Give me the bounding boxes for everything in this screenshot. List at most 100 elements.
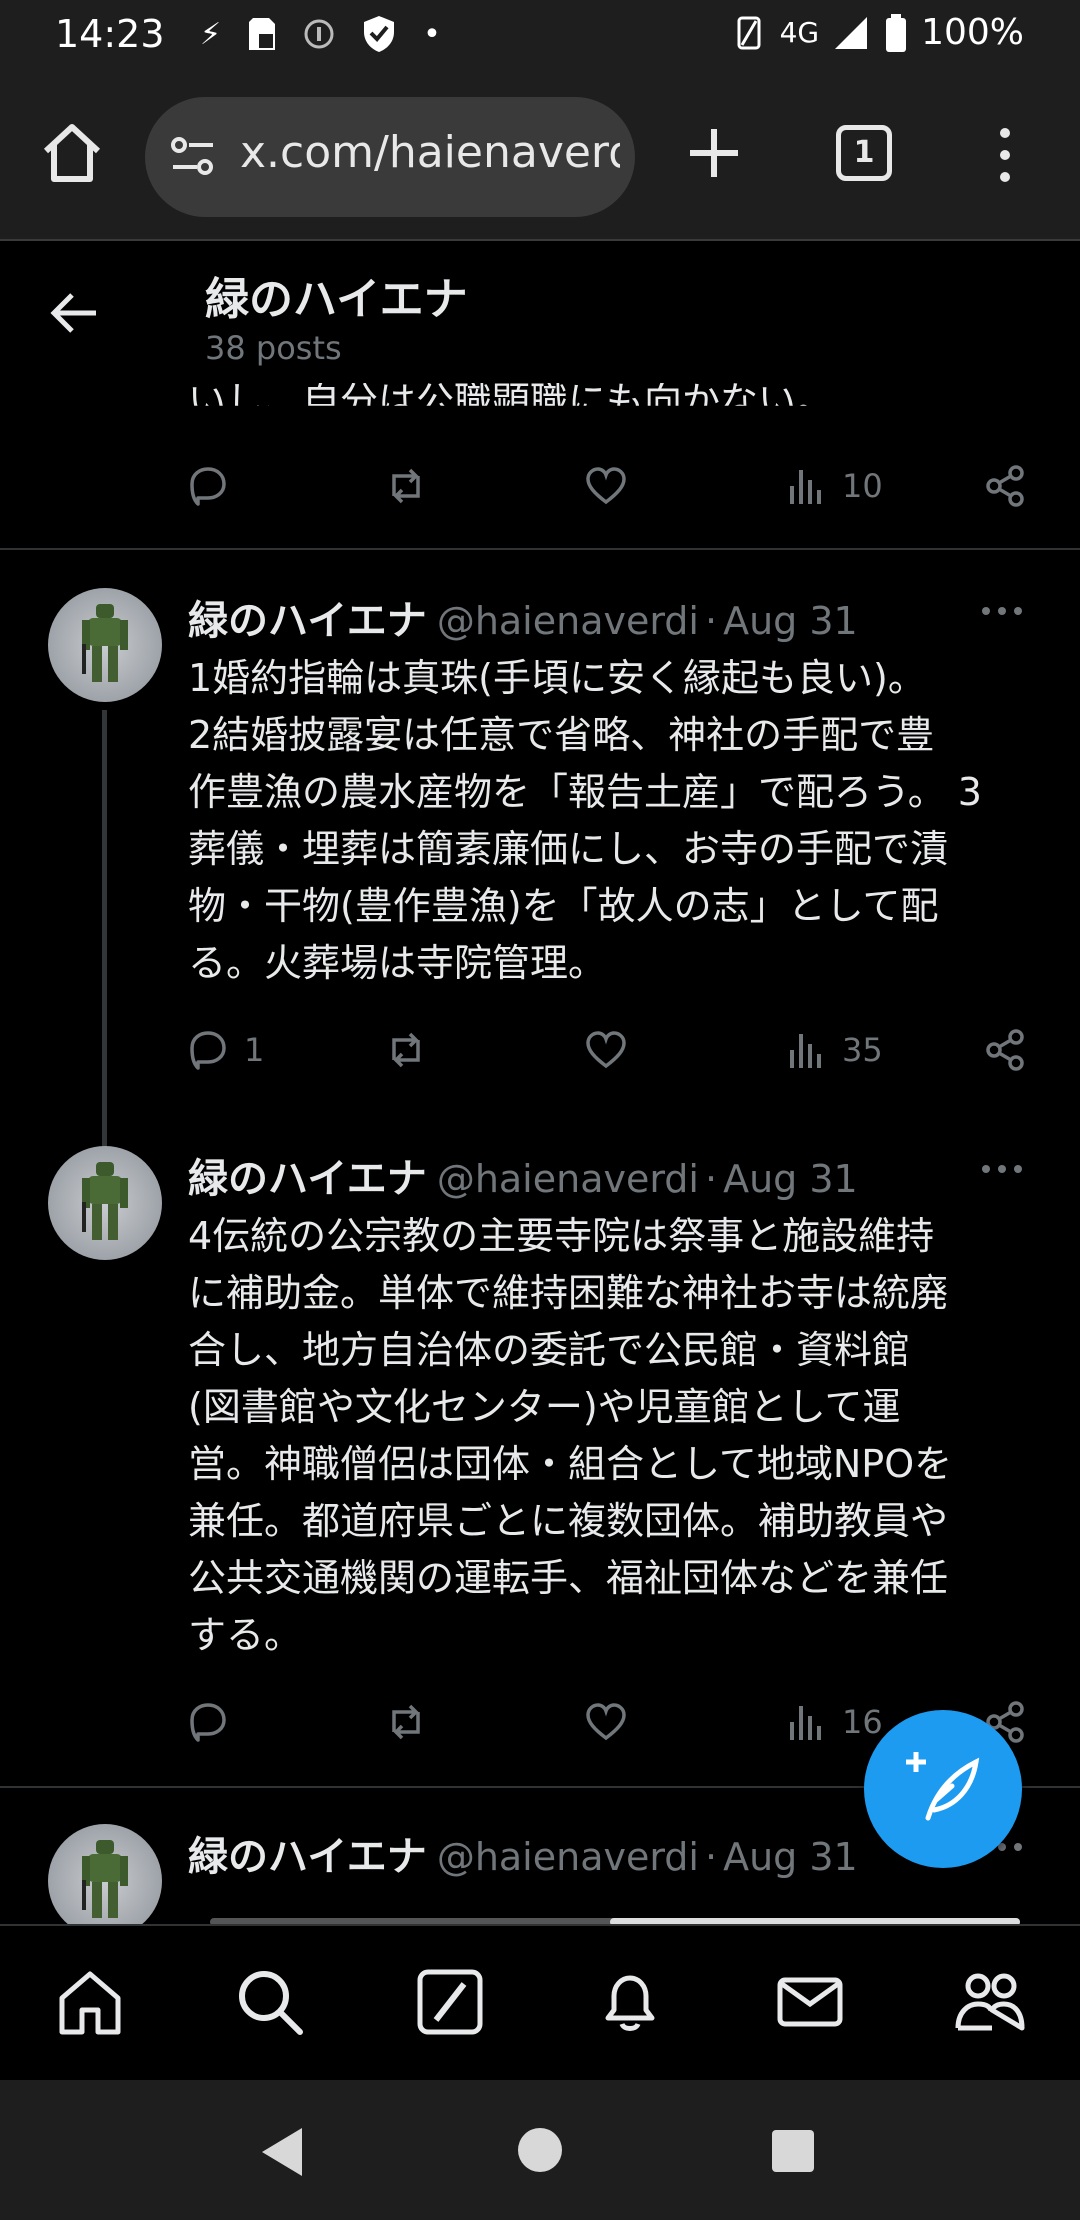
post-header: 緑のハイエナ @haienaverdi · Aug 31 <box>188 1146 1008 1206</box>
heart-icon <box>586 1031 626 1069</box>
avatar[interactable] <box>48 1146 162 1260</box>
post-divider <box>0 548 1080 550</box>
nav-messages[interactable] <box>774 1966 846 2038</box>
site-settings-icon[interactable] <box>169 135 217 179</box>
grok-icon <box>417 1969 483 2035</box>
address-bar[interactable]: x.com/haienaverdi <box>145 97 635 217</box>
post-date[interactable]: Aug 31 <box>723 1835 858 1879</box>
battery-icon <box>886 13 907 52</box>
back-arrow-icon[interactable] <box>50 291 98 335</box>
new-tab-icon[interactable] <box>686 125 742 181</box>
battery-level: 100% <box>921 12 1024 53</box>
views-button[interactable]: 16 <box>784 1692 883 1752</box>
url-text[interactable]: x.com/haienaverdi <box>240 127 620 178</box>
like-button[interactable] <box>584 456 628 516</box>
nav-communities[interactable] <box>954 1966 1026 2038</box>
author-name[interactable]: 緑のハイエナ <box>188 1834 427 1880</box>
browser-toolbar: x.com/haienaverdi 1 <box>0 75 1080 241</box>
network-type: 4G <box>779 16 820 49</box>
heart-icon <box>586 1703 626 1741</box>
reply-button[interactable] <box>186 456 230 516</box>
system-home-icon[interactable] <box>518 2128 562 2172</box>
signal-icon <box>835 16 868 49</box>
repost-button[interactable] <box>384 456 428 516</box>
communities-icon <box>955 1973 1025 2031</box>
thread-line <box>102 710 107 1218</box>
avatar[interactable] <box>48 1824 162 1938</box>
info-icon <box>304 19 334 49</box>
more-options-icon[interactable] <box>980 1154 1024 1184</box>
share-icon <box>986 465 1024 507</box>
vibrate-icon <box>737 16 761 49</box>
status-icons-right: 4G 100% <box>732 12 1024 53</box>
browser-home-icon[interactable] <box>38 119 106 187</box>
status-time: 14:23 <box>55 12 165 56</box>
status-bar: 14:23 ⚡ • 4G 100% <box>0 0 1080 75</box>
author-handle[interactable]: @haienaverdi <box>437 1157 699 1201</box>
author-handle[interactable]: @haienaverdi <box>437 599 699 643</box>
compose-post-button[interactable] <box>864 1710 1022 1868</box>
author-handle[interactable]: @haienaverdi <box>437 1835 699 1879</box>
dot-icon: • <box>423 16 441 52</box>
meta-separator: · <box>705 599 718 643</box>
repost-icon <box>392 1032 420 1068</box>
system-recents-icon[interactable] <box>772 2130 814 2172</box>
views-count: 10 <box>842 467 883 505</box>
views-button[interactable]: 10 <box>784 456 883 516</box>
reply-button[interactable] <box>186 1692 230 1752</box>
post-header: 緑のハイエナ @haienaverdi · Aug 31 <box>188 588 1008 648</box>
system-navigation <box>0 2080 1080 2220</box>
share-icon <box>986 1029 1024 1071</box>
author-name[interactable]: 緑のハイエナ <box>188 1156 427 1202</box>
avatar[interactable] <box>48 588 162 702</box>
avatar-image <box>82 1162 128 1240</box>
heart-icon <box>586 467 626 505</box>
sd-card-icon <box>249 18 276 50</box>
avatar-image <box>82 604 128 682</box>
bottom-navigation <box>0 1924 1080 2080</box>
views-count: 35 <box>842 1031 883 1069</box>
reply-icon <box>190 467 226 506</box>
more-options-icon[interactable] <box>980 596 1024 626</box>
nav-grok[interactable] <box>414 1966 486 2038</box>
post-count: 38 posts <box>205 329 342 367</box>
views-icon <box>790 1706 821 1740</box>
mail-icon <box>777 1977 843 2027</box>
system-back-icon[interactable] <box>258 2126 306 2178</box>
profile-name: 緑のハイエナ <box>205 274 468 325</box>
share-button[interactable] <box>984 1020 1028 1080</box>
reply-count: 1 <box>244 1031 265 1069</box>
tab-switcher-button[interactable]: 1 <box>836 125 892 181</box>
repost-icon <box>392 468 420 504</box>
repost-icon <box>392 1704 420 1740</box>
profile-header: 緑のハイエナ 38 posts <box>0 243 1080 383</box>
bell-icon <box>605 1975 655 2031</box>
compose-feather-icon <box>906 1752 980 1821</box>
views-icon <box>790 470 821 504</box>
views-button[interactable]: 35 <box>784 1020 883 1080</box>
meta-separator: · <box>705 1157 718 1201</box>
reply-button[interactable]: 1 <box>186 1020 264 1080</box>
avatar-image <box>82 1840 128 1918</box>
browser-menu-icon[interactable] <box>990 125 1020 185</box>
usb-icon: ⚡ <box>200 16 222 52</box>
like-button[interactable] <box>584 1020 628 1080</box>
nav-home[interactable] <box>54 1966 126 2038</box>
share-button[interactable] <box>984 456 1028 516</box>
repost-button[interactable] <box>384 1020 428 1080</box>
reply-icon <box>190 1703 226 1742</box>
post-actions: 10 <box>186 456 1036 516</box>
views-icon <box>790 1034 821 1068</box>
views-count: 16 <box>842 1703 883 1741</box>
post-date[interactable]: Aug 31 <box>723 1157 858 1201</box>
nav-search[interactable] <box>234 1966 306 2038</box>
post-date[interactable]: Aug 31 <box>723 599 858 643</box>
home-icon <box>59 1971 121 2035</box>
post-text: 1婚約指輪は真珠(手頃に安く縁起も良い)。 2結婚披露宴は任意で省略、神社の手配… <box>188 656 982 985</box>
repost-button[interactable] <box>384 1692 428 1752</box>
meta-separator: · <box>705 1835 718 1879</box>
nav-notifications[interactable] <box>594 1966 666 2038</box>
like-button[interactable] <box>584 1692 628 1752</box>
author-name[interactable]: 緑のハイエナ <box>188 598 427 644</box>
reply-icon <box>190 1031 226 1070</box>
